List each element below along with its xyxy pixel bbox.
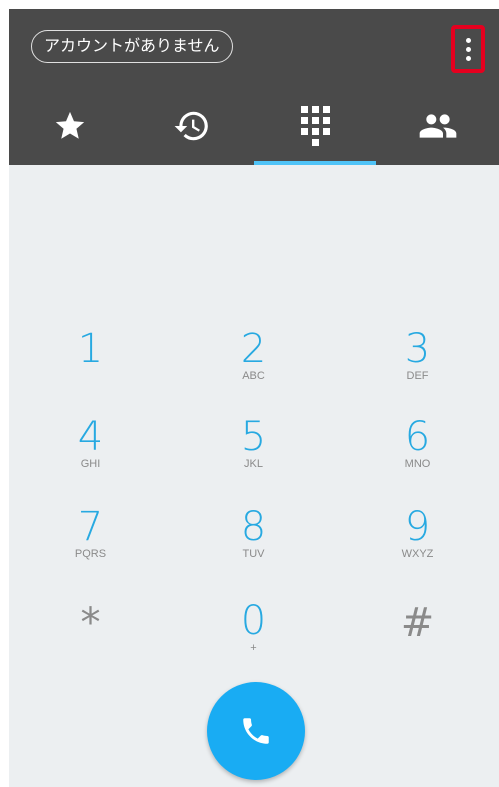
tab-dialpad[interactable]	[254, 87, 376, 165]
key-letters: ABC	[242, 370, 265, 382]
tab-favorites[interactable]	[9, 87, 131, 165]
key-7[interactable]: 7 PQRS	[9, 507, 172, 587]
star-icon	[55, 111, 85, 139]
tab-contacts[interactable]	[377, 87, 499, 165]
key-letters: GHI	[80, 458, 101, 470]
key-letters: MNO	[404, 458, 431, 470]
key-9[interactable]: 9 WXYZ	[336, 507, 499, 587]
app-bar: アカウントがありません	[9, 9, 499, 165]
key-0[interactable]: 0 +	[172, 601, 335, 681]
more-options-button[interactable]	[451, 25, 485, 73]
key-digit: 0	[240, 598, 267, 644]
key-letters: TUV	[242, 548, 265, 560]
key-2[interactable]: 2 ABC	[172, 329, 335, 409]
key-star[interactable]: *	[9, 603, 172, 683]
dialer-screen: アカウントがありません 1 2 ABC 3 DEF 4 GHI 5 JKL 6 …	[9, 9, 499, 787]
key-digit: 7	[77, 504, 104, 550]
key-symbol: *	[80, 600, 101, 646]
key-8[interactable]: 8 TUV	[172, 507, 335, 587]
people-icon	[419, 114, 457, 138]
phone-icon	[243, 718, 269, 744]
call-button[interactable]	[207, 682, 305, 780]
key-hash[interactable]: #	[336, 603, 499, 683]
key-5[interactable]: 5 JKL	[172, 417, 335, 497]
key-1[interactable]: 1	[9, 329, 172, 409]
key-letters: +	[250, 642, 257, 654]
key-letters: PQRS	[74, 548, 107, 560]
key-digit: 4	[77, 414, 104, 460]
key-letters: WXYZ	[401, 548, 434, 560]
key-digit: 3	[404, 326, 431, 372]
key-digit: 9	[404, 504, 431, 550]
key-letters: JKL	[244, 458, 263, 470]
dialpad-icon	[300, 106, 330, 146]
key-digit: 8	[240, 504, 267, 550]
key-3[interactable]: 3 DEF	[336, 329, 499, 409]
key-6[interactable]: 6 MNO	[336, 417, 499, 497]
account-chip[interactable]: アカウントがありません	[31, 30, 233, 63]
more-vert-icon	[465, 37, 471, 61]
tab-recents[interactable]	[131, 87, 253, 165]
key-letters: DEF	[406, 370, 429, 382]
key-digit: 2	[240, 326, 267, 372]
key-digit: 5	[240, 414, 267, 460]
history-icon	[174, 111, 208, 141]
key-digit: 6	[404, 414, 431, 460]
key-4[interactable]: 4 GHI	[9, 417, 172, 497]
key-digit: 1	[77, 326, 104, 372]
key-symbol: #	[400, 600, 435, 646]
